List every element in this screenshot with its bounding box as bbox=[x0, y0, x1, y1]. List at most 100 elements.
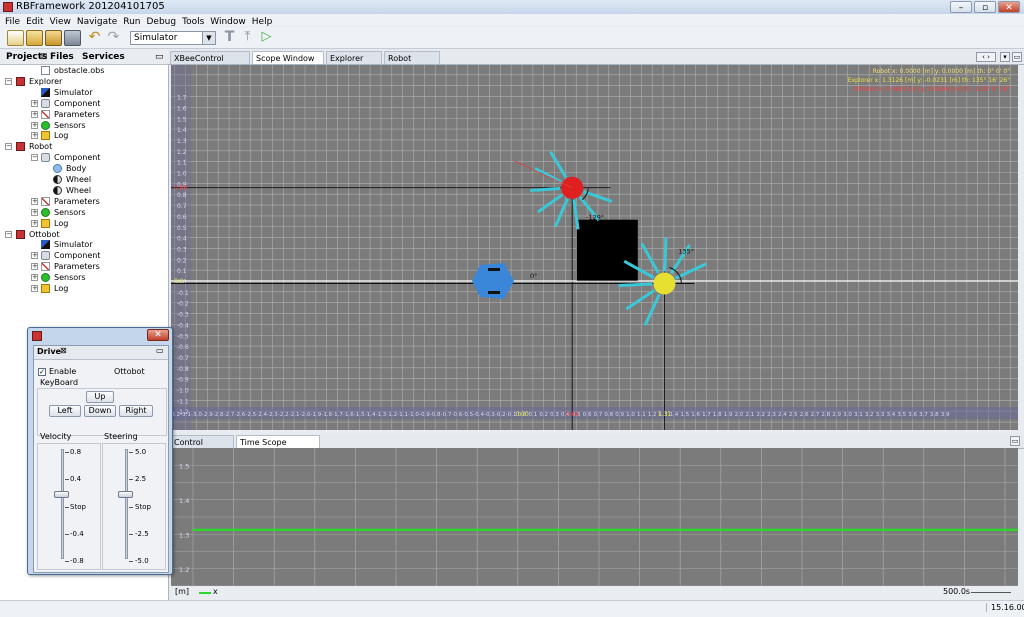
keyboard-group-label: KeyBoard bbox=[40, 378, 79, 387]
minimize-panel-icon[interactable]: ▭ bbox=[155, 50, 164, 64]
tree-item[interactable]: + Log bbox=[0, 283, 166, 294]
tab-control-window[interactable]: Control Window bbox=[170, 435, 234, 460]
expand-icon[interactable]: + bbox=[31, 121, 38, 129]
expand-icon[interactable]: + bbox=[31, 110, 38, 118]
drive-window-title-bar[interactable]: ✕ bbox=[28, 328, 172, 344]
open-project-icon[interactable] bbox=[45, 30, 62, 46]
steering-slider-thumb[interactable] bbox=[118, 491, 133, 498]
x-tick-label: 0.8 bbox=[604, 412, 613, 418]
steering-slider-track[interactable] bbox=[125, 449, 128, 559]
close-button[interactable]: ✕ bbox=[998, 1, 1020, 13]
down-button[interactable]: Down bbox=[84, 405, 116, 417]
right-button[interactable]: Right bbox=[119, 405, 153, 417]
tree-item[interactable]: + Parameters bbox=[0, 109, 166, 120]
velocity-slider-thumb[interactable] bbox=[54, 491, 69, 498]
tree-item-label: Simulator bbox=[54, 240, 93, 250]
tree-item[interactable]: + Parameters bbox=[0, 261, 166, 272]
tree-item[interactable]: + Log bbox=[0, 130, 166, 141]
time-scale-bar bbox=[971, 592, 1011, 593]
tab-xbeecontrol-window[interactable]: XBeeControl Window bbox=[170, 51, 250, 76]
expand-icon[interactable]: + bbox=[31, 263, 38, 271]
expand-icon[interactable]: + bbox=[31, 99, 38, 107]
tree-item[interactable]: Wheel bbox=[0, 185, 166, 196]
configuration-select-value: Simulator bbox=[134, 33, 178, 43]
expand-icon[interactable]: + bbox=[31, 219, 38, 227]
scope-view[interactable]: 1.7 1.6 1.5 1.4 1.3 1.2 1.1 1.0 0.9 0.8 0.7 0.6 0.5 0… bbox=[171, 65, 1018, 430]
tree-item[interactable]: + Sensors bbox=[0, 207, 166, 218]
tree-item[interactable]: Wheel bbox=[0, 174, 166, 185]
x-tick-label: -1.1 bbox=[397, 412, 408, 418]
tab-close-icon[interactable]: ⊠ bbox=[40, 50, 48, 64]
minimize-panel-icon[interactable]: ▭ bbox=[156, 346, 164, 355]
tab-files[interactable]: Files bbox=[50, 50, 74, 64]
redo-icon[interactable]: ↷ bbox=[106, 30, 121, 44]
expand-icon[interactable]: + bbox=[31, 197, 38, 205]
expand-icon[interactable]: + bbox=[31, 252, 38, 260]
close-icon[interactable]: ⊠ bbox=[60, 346, 67, 355]
tree-item[interactable]: + Component bbox=[0, 250, 166, 261]
sensor-ray bbox=[663, 237, 668, 272]
minimize-button[interactable]: – bbox=[950, 1, 972, 13]
tree-item-label: Body bbox=[66, 164, 87, 174]
velocity-tick-label: -0.8 bbox=[70, 557, 84, 565]
y-tick-label: -0.3 bbox=[177, 312, 189, 319]
tab-robot-editor[interactable]: Robot Editor bbox=[384, 51, 440, 76]
tree-item[interactable]: Simulator bbox=[0, 87, 166, 98]
new-project-icon[interactable] bbox=[26, 30, 43, 46]
tab-scroll-arrows[interactable]: ‹ › bbox=[976, 52, 996, 62]
collapse-icon[interactable]: − bbox=[5, 230, 12, 238]
expand-icon[interactable]: + bbox=[31, 208, 38, 216]
tick-mark bbox=[65, 561, 69, 562]
tree-item-label: Wheel bbox=[66, 175, 92, 184]
tab-scope-window[interactable]: Scope Window ⊠ bbox=[252, 51, 324, 76]
expand-icon[interactable]: + bbox=[31, 274, 38, 282]
y-tick-label: 1.5 bbox=[179, 462, 189, 470]
save-all-icon[interactable] bbox=[64, 30, 81, 46]
tree-item[interactable]: obstacle.obs bbox=[0, 65, 166, 76]
velocity-slider-track[interactable] bbox=[61, 449, 64, 559]
tree-item[interactable]: − Ottobot bbox=[0, 229, 166, 240]
collapse-icon[interactable]: − bbox=[5, 143, 12, 151]
tree-item[interactable]: Body bbox=[0, 163, 166, 174]
new-file-icon[interactable] bbox=[7, 30, 24, 46]
collapse-icon[interactable]: − bbox=[31, 154, 38, 162]
expand-icon[interactable]: + bbox=[31, 132, 38, 140]
minimize-window-button[interactable]: ▭ bbox=[1010, 436, 1020, 446]
tab-services[interactable]: Services bbox=[82, 50, 125, 64]
tab-drive[interactable]: Drive bbox=[37, 347, 61, 356]
tree-item[interactable]: + Parameters bbox=[0, 196, 166, 207]
tree-item[interactable]: − Robot bbox=[0, 141, 166, 152]
tree-item[interactable]: + Log bbox=[0, 218, 166, 229]
tab-explorer-editor[interactable]: Explorer Editor bbox=[326, 51, 382, 76]
configuration-select[interactable]: Simulator ▼ bbox=[130, 31, 216, 45]
build-icon[interactable]: T bbox=[222, 30, 237, 44]
up-button[interactable]: Up bbox=[86, 391, 114, 403]
close-button[interactable]: ✕ bbox=[147, 329, 169, 341]
tab-time-scope-window[interactable]: Time Scope Window ⊠ bbox=[236, 435, 320, 460]
run-icon[interactable]: ▷ bbox=[259, 30, 274, 44]
collapse-icon[interactable]: − bbox=[5, 77, 12, 85]
steering-tick-label: Stop bbox=[135, 503, 151, 511]
tree-item[interactable]: + Component bbox=[0, 98, 166, 109]
tick-mark bbox=[65, 479, 69, 480]
tree-item-label: obstacle.obs bbox=[54, 66, 105, 75]
maximize-button[interactable]: ▫ bbox=[974, 1, 996, 13]
tree-item[interactable]: + Sensors bbox=[0, 120, 166, 131]
x-marker-explorer: 1.31 bbox=[658, 411, 672, 418]
clean-build-icon[interactable]: ⤒ bbox=[240, 30, 255, 44]
y-tick-label: 0.1 bbox=[177, 268, 187, 275]
undo-icon[interactable]: ↶ bbox=[87, 30, 102, 44]
position-legend: Ottobot x: 0.4625 [m] y: 0.8596 [m] th: … bbox=[854, 86, 1011, 93]
enable-checkbox[interactable]: ✓ bbox=[38, 368, 46, 376]
tree-item[interactable]: − Component bbox=[0, 152, 166, 163]
tree-item[interactable]: Simulator bbox=[0, 239, 166, 250]
tree-item[interactable]: − Explorer bbox=[0, 76, 166, 87]
expand-icon[interactable]: + bbox=[31, 285, 38, 292]
x-tick-label: -0.2 bbox=[495, 412, 506, 418]
tree-item[interactable]: + Sensors bbox=[0, 272, 166, 283]
show-opened-documents-button[interactable]: ▾ bbox=[1000, 52, 1010, 62]
y-tick-label: 0.2 bbox=[177, 257, 187, 264]
time-scope-view[interactable]: 1.5 1.4 1.3 1.2 bbox=[171, 448, 1018, 586]
left-button[interactable]: Left bbox=[49, 405, 81, 417]
maximize-window-button[interactable]: ▭ bbox=[1012, 52, 1022, 62]
